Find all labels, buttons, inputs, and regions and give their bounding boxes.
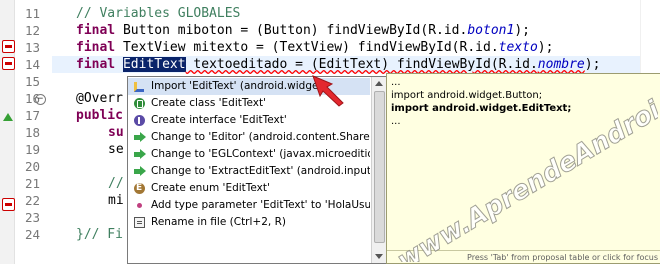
proposal-label: Rename in file (Ctrl+2, R) [151, 216, 286, 228]
line-number: 11 [24, 6, 40, 21]
line-number: 13 [24, 40, 40, 55]
proposal-item[interactable]: Change to 'ExtractEditText' (android.inp… [128, 163, 370, 180]
code-line[interactable]: // [108, 175, 124, 192]
proposal-label: Create interface 'EditText' [151, 114, 287, 126]
line-number: 23 [24, 210, 40, 225]
proposal-preview[interactable]: ... import android.widget.Button; import… [386, 73, 660, 264]
comment: // [108, 176, 124, 191]
keyword: final [76, 23, 116, 38]
line-number: 18 [24, 125, 40, 140]
proposal-label: Add type parameter 'EditText' to 'HolaUs… [151, 199, 370, 211]
proposal-label: Create class 'EditText' [151, 97, 266, 109]
code-text: se [108, 142, 124, 157]
code-text: TextView mitexto = (TextView) findViewBy… [115, 40, 499, 55]
create-class-icon [134, 98, 145, 109]
field-ref: boton1 [467, 23, 515, 38]
scrollbar-thumb[interactable] [374, 91, 385, 243]
code-line[interactable]: // Variables GLOBALES [76, 5, 240, 22]
proposal-label: Create enum 'EditText' [151, 182, 270, 194]
proposal-label: Change to 'Editor' (android.content.Shar… [151, 131, 370, 143]
code-line[interactable]: su [108, 124, 124, 141]
change-icon [134, 166, 146, 177]
comment: // Variables GLOBALES [76, 6, 241, 21]
popup-scrollbar[interactable] [371, 77, 386, 263]
preview-status: Press 'Tab' from proposal table or click… [467, 253, 658, 262]
keyword: public [76, 108, 123, 123]
line-number: 19 [24, 142, 40, 157]
code-text: ); [584, 57, 601, 72]
code-text: mi [108, 193, 124, 208]
change-icon [134, 132, 146, 143]
proposal-item[interactable]: Change to 'Editor' (android.content.Shar… [128, 129, 370, 146]
line-number: 17 [24, 108, 40, 123]
proposal-label: Change to 'EGLContext' (javax.microediti… [151, 148, 370, 160]
proposal-item[interactable]: Rename in file (Ctrl+2, R) [128, 214, 370, 231]
code-line[interactable]: mi [108, 192, 124, 209]
field-ref: texto [498, 40, 538, 55]
proposal-label: Import 'EditText' (android.widget) [151, 80, 327, 92]
keyword: final [76, 57, 116, 72]
code-text: ); [537, 40, 554, 55]
code-line[interactable]: @Overr [76, 90, 123, 107]
create-interface-icon [134, 115, 145, 126]
change-icon [134, 149, 146, 160]
override-icon [3, 113, 13, 121]
line-number: 24 [24, 227, 40, 242]
proposal-item[interactable]: Create enum 'EditText' [128, 180, 370, 197]
preview-line: ... [391, 77, 401, 88]
scroll-up-icon[interactable] [375, 81, 383, 86]
line-number: 22 [24, 193, 40, 208]
line-number: 15 [24, 74, 40, 89]
import-icon [134, 82, 144, 92]
collapse-icon[interactable]: − [35, 94, 46, 105]
rename-icon [134, 217, 145, 228]
code-line[interactable]: se [108, 141, 124, 158]
code-text: textoeditado = (EditText) findViewById(R… [185, 57, 538, 72]
code-line[interactable]: public [76, 107, 123, 124]
line-number: 20 [24, 159, 40, 174]
comment: }// Fi [76, 227, 123, 242]
proposal-item[interactable]: Create interface 'EditText' [128, 112, 370, 129]
proposal-label: Change to 'ExtractEditText' (android.inp… [151, 165, 370, 177]
keyword: final [76, 40, 116, 55]
code-line[interactable]: }// Fi [76, 226, 123, 243]
line-number-gutter: 11 12 13 14 15 16 17 18 19 20 21 22 23 2… [0, 0, 52, 264]
scroll-down-icon[interactable] [375, 254, 383, 259]
proposal-item[interactable]: Change to 'EGLContext' (javax.microediti… [128, 146, 370, 163]
line-number: 14 [24, 57, 40, 72]
add-type-parameter-icon [137, 203, 142, 208]
create-enum-icon [134, 180, 145, 197]
preview-line: import android.widget.Button; [391, 90, 543, 101]
code-line[interactable]: final TextView mitexto = (TextView) find… [76, 39, 553, 56]
divider [387, 250, 660, 251]
line-number: 21 [24, 176, 40, 191]
keyword: su [108, 125, 124, 140]
red-arrow-icon [312, 75, 344, 107]
code-text: ); [514, 23, 530, 38]
line-number: 12 [24, 23, 40, 38]
quick-fix-popup[interactable]: Import 'EditText' (android.widget) Creat… [127, 76, 387, 264]
proposal-item[interactable]: Add type parameter 'EditText' to 'HolaUs… [128, 197, 370, 214]
field-ref: nombre [537, 57, 585, 72]
annotation: @Overr [76, 91, 123, 106]
marker-column [0, 0, 15, 264]
preview-line: import android.widget.EditText; [391, 103, 572, 114]
preview-line: ... [391, 116, 401, 127]
code-text: Button miboton = (Button) findViewById(R… [115, 23, 468, 38]
code-line[interactable]: final EditText textoeditado = (EditText)… [76, 56, 600, 73]
selected-type[interactable]: EditText [122, 57, 186, 72]
code-line[interactable]: final Button miboton = (Button) findView… [76, 22, 530, 39]
